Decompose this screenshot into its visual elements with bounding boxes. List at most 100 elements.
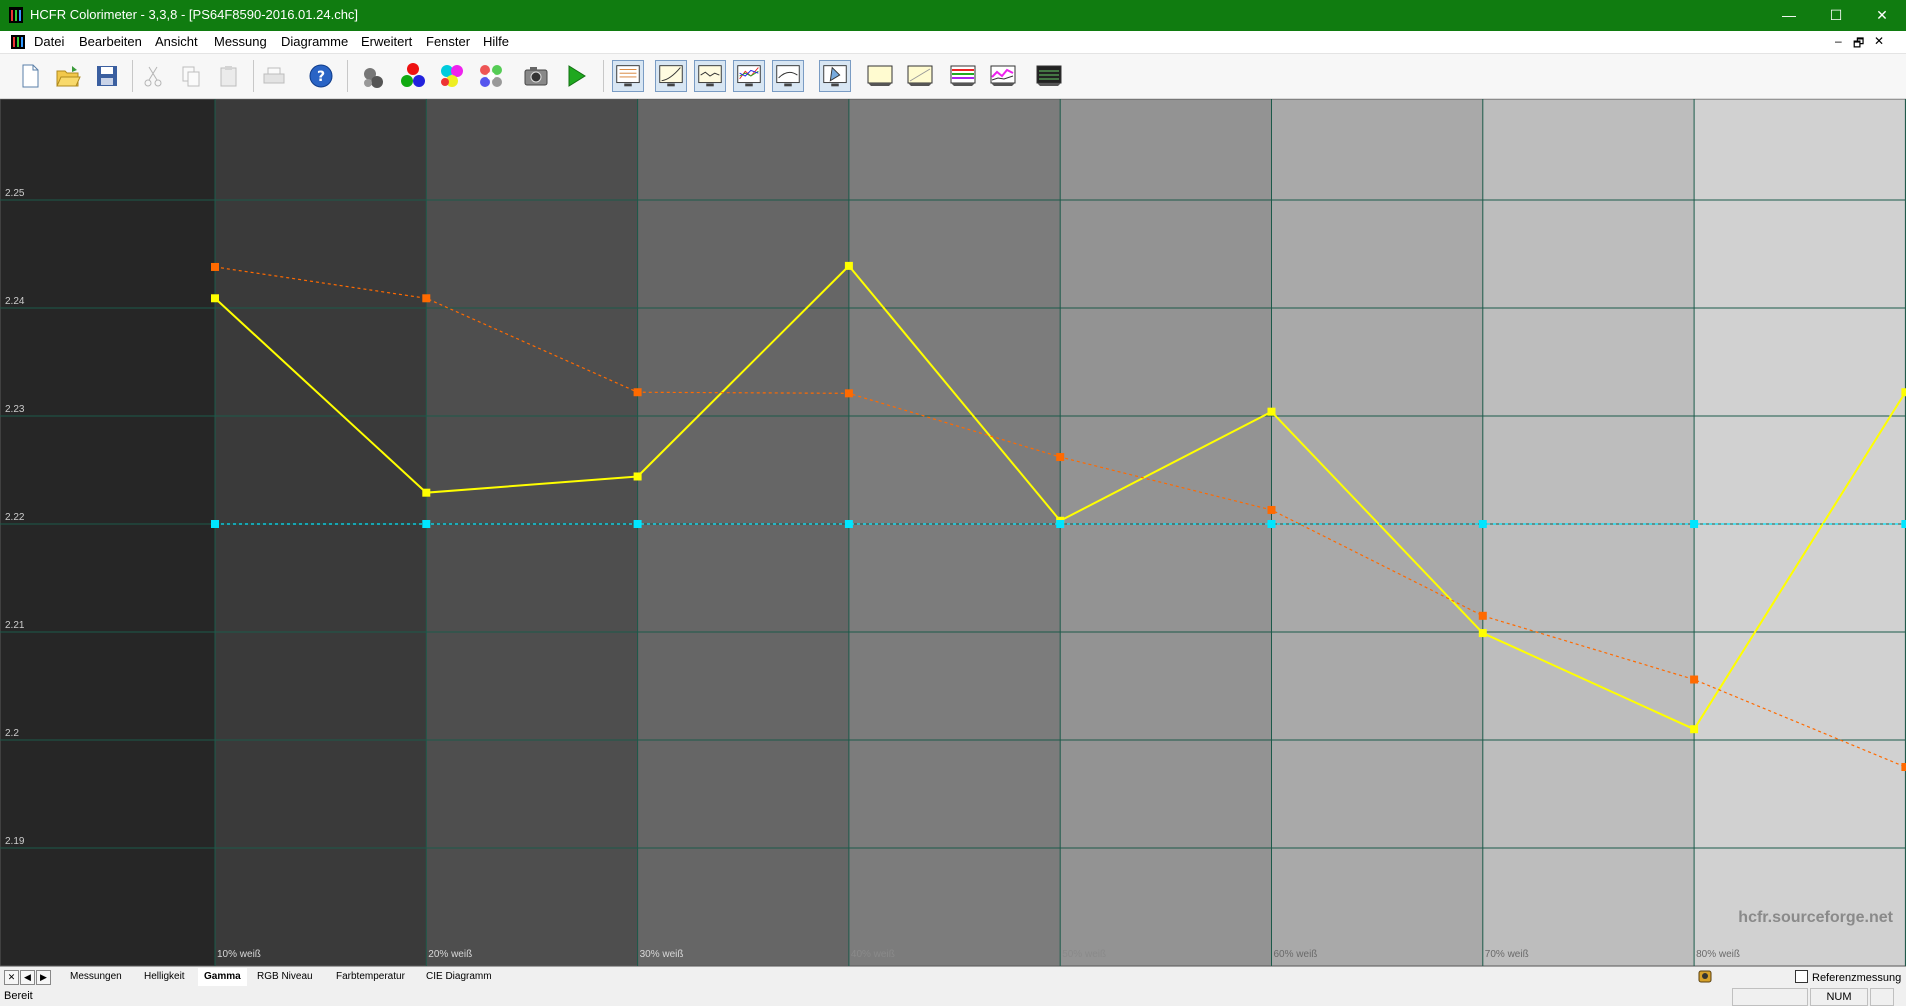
- colorful-monitor-icon[interactable]: [947, 60, 979, 92]
- svg-text:?: ?: [317, 69, 325, 85]
- window-title: HCFR Colorimeter - 3,3,8 - [PS64F8590-20…: [30, 7, 359, 22]
- view-tab-bar: ✕ ◀ ▶ Messungen Helligkeit Gamma RGB Niv…: [0, 966, 1906, 988]
- print-icon[interactable]: [258, 60, 290, 92]
- status-pane: [1732, 988, 1808, 1006]
- data-point: [1690, 520, 1699, 528]
- mdi-restore-button[interactable]: 🗗: [1853, 34, 1864, 55]
- y-tick-label: 2.21: [5, 620, 25, 631]
- data-point: [211, 294, 219, 303]
- menu-bar: Datei Bearbeiten Ansicht Messung Diagram…: [0, 31, 1906, 54]
- data-point: [844, 261, 853, 270]
- tab-close-button[interactable]: ✕: [4, 970, 19, 985]
- probe-icon: [1698, 970, 1712, 983]
- data-point: [844, 389, 853, 398]
- menu-messung[interactable]: Messung: [214, 34, 267, 49]
- data-point: [633, 472, 642, 481]
- status-pane-empty: [1870, 988, 1894, 1006]
- x-tick-label: 20% weiß: [428, 949, 472, 960]
- data-point: [633, 520, 642, 528]
- menu-fenster[interactable]: Fenster: [426, 34, 470, 49]
- data-point: [633, 388, 642, 397]
- background-band: [0, 99, 216, 966]
- tab-cie-diagramm[interactable]: CIE Diagramm: [426, 968, 492, 986]
- close-button[interactable]: ✕: [1859, 0, 1905, 31]
- data-point: [1267, 407, 1276, 416]
- menu-diagramme[interactable]: Diagramme: [281, 34, 348, 49]
- tab-gamma[interactable]: Gamma: [198, 968, 247, 986]
- color-balls-icon[interactable]: [436, 60, 468, 92]
- rgb-balls-icon[interactable]: [397, 60, 429, 92]
- data-point: [1901, 388, 1906, 397]
- data-point: [1901, 520, 1906, 528]
- document-icon: [11, 35, 25, 49]
- cie-diagram-view-icon[interactable]: [819, 60, 851, 92]
- x-tick-label: 30% weiß: [640, 949, 684, 960]
- data-point: [1478, 520, 1487, 528]
- data-point: [1056, 520, 1065, 528]
- x-tick-label: 80% weiß: [1696, 949, 1740, 960]
- black-monitor-icon[interactable]: [1033, 60, 1065, 92]
- reference-measurement-checkbox[interactable]: Referenzmessung: [1795, 970, 1901, 984]
- data-point: [844, 520, 853, 528]
- data-point: [422, 294, 431, 303]
- tab-farbtemperatur[interactable]: Farbtemperatur: [336, 968, 405, 986]
- camera-icon[interactable]: [520, 60, 552, 92]
- y-tick-label: 2.24: [5, 296, 25, 307]
- paste-icon[interactable]: [213, 60, 245, 92]
- background-band: [1694, 99, 1906, 966]
- y-tick-label: 2.23: [5, 404, 25, 415]
- tab-scroll-left-button[interactable]: ◀: [20, 970, 35, 985]
- data-point: [211, 262, 219, 271]
- tab-scroll-right-button[interactable]: ▶: [36, 970, 51, 985]
- mdi-close-button[interactable]: ✕: [1874, 34, 1884, 48]
- new-document-icon[interactable]: [14, 60, 46, 92]
- background-band: [848, 99, 1062, 966]
- open-folder-icon[interactable]: [52, 60, 84, 92]
- sensor-icon[interactable]: [357, 60, 389, 92]
- minimize-button[interactable]: —: [1766, 0, 1812, 31]
- data-point: [1056, 453, 1065, 462]
- gamma-chart: 2.25 2.24 2.23 2.22 2.21 2.2 2.19 10% weiß 20% w…: [0, 98, 1906, 967]
- help-icon[interactable]: ?: [305, 60, 337, 92]
- menu-datei[interactable]: Datei: [34, 34, 64, 49]
- tab-messungen[interactable]: Messungen: [70, 968, 122, 986]
- tab-rgb-niveau[interactable]: RGB Niveau: [257, 968, 313, 986]
- color-temp-view-icon[interactable]: [772, 60, 804, 92]
- y-tick-label: 2.25: [5, 188, 25, 199]
- tab-helligkeit[interactable]: Helligkeit: [144, 968, 185, 986]
- x-tick-label: 70% weiß: [1485, 949, 1529, 960]
- status-text: Bereit: [4, 990, 33, 1002]
- cut-icon[interactable]: [137, 60, 169, 92]
- checkbox-box: [1795, 970, 1808, 983]
- menu-ansicht[interactable]: Ansicht: [155, 34, 198, 49]
- menu-bearbeiten[interactable]: Bearbeiten: [79, 34, 142, 49]
- toolbar: ?: [0, 54, 1906, 99]
- background-band: [1060, 99, 1273, 966]
- x-tick-label: 50% weiß: [1062, 949, 1106, 960]
- copy-icon[interactable]: [175, 60, 207, 92]
- num-indicator: NUM: [1810, 988, 1868, 1006]
- maximize-button[interactable]: ☐: [1813, 0, 1859, 31]
- multi-balls-icon[interactable]: [475, 60, 507, 92]
- background-band: [1482, 99, 1696, 966]
- data-point: [1690, 725, 1699, 734]
- y-tick-label: 2.19: [5, 836, 25, 847]
- luminance-view-icon[interactable]: [655, 60, 687, 92]
- data-point: [1478, 611, 1487, 620]
- menu-erweitert[interactable]: Erweitert: [361, 34, 412, 49]
- background-band: [1271, 99, 1484, 966]
- colorful-monitor-icon[interactable]: [987, 60, 1019, 92]
- y-tick-label: 2.2: [5, 728, 19, 739]
- measurements-view-icon[interactable]: [612, 60, 644, 92]
- play-icon[interactable]: [560, 60, 592, 92]
- save-icon[interactable]: [91, 60, 123, 92]
- monitor-icon[interactable]: [904, 60, 936, 92]
- data-point: [1690, 675, 1699, 684]
- rgb-levels-view-icon[interactable]: [733, 60, 765, 92]
- menu-hilfe[interactable]: Hilfe: [483, 34, 509, 49]
- monitor-icon[interactable]: [864, 60, 896, 92]
- mdi-minimize-button[interactable]: –: [1835, 34, 1842, 48]
- data-point: [422, 488, 431, 497]
- background-band: [215, 99, 428, 966]
- gamma-view-icon[interactable]: [694, 60, 726, 92]
